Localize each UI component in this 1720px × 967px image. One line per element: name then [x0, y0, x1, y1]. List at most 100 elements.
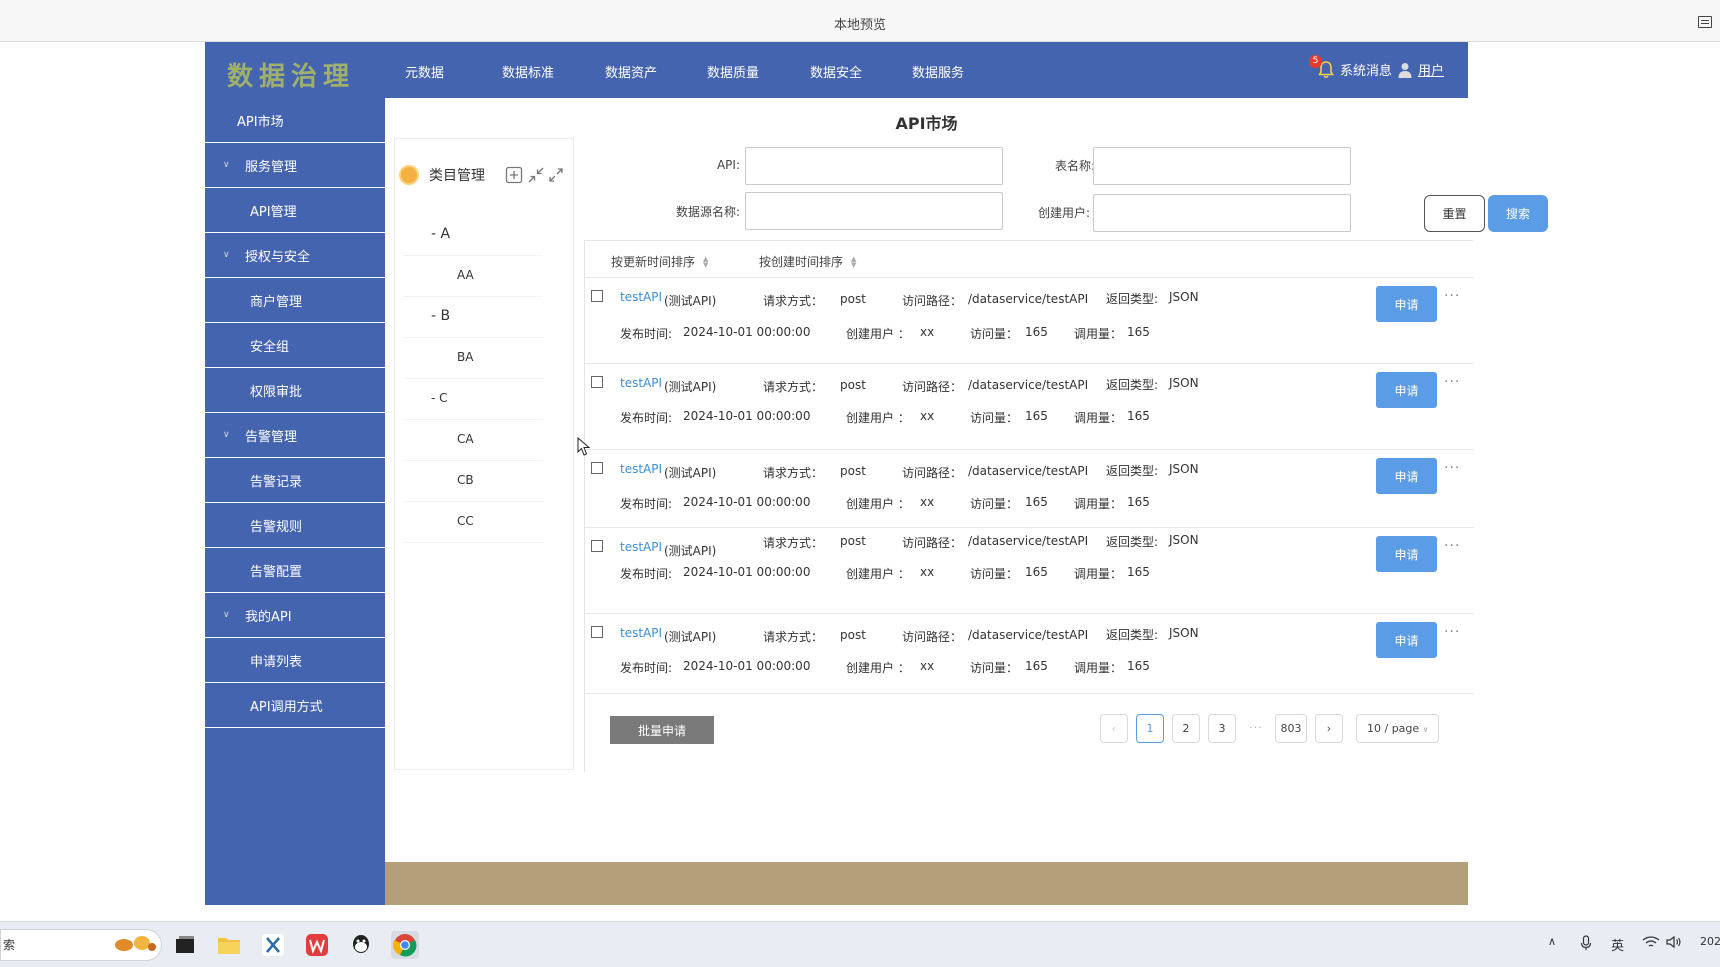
- qq-icon[interactable]: [347, 931, 375, 959]
- sidebar-item-alert-config[interactable]: 告警配置: [205, 548, 385, 593]
- user-link[interactable]: 用户: [1418, 60, 1444, 79]
- bell-icon[interactable]: 5: [1308, 54, 1334, 79]
- category-node-cb[interactable]: CB: [403, 458, 543, 502]
- nav-item-metadata[interactable]: 元数据: [405, 62, 444, 81]
- sidebar-item-api-market[interactable]: API市场: [205, 98, 385, 143]
- page-ellipsis[interactable]: ···: [1242, 714, 1270, 743]
- file-explorer-icon[interactable]: [215, 931, 243, 959]
- nav-item-data-quality[interactable]: 数据质量: [707, 62, 759, 81]
- row-checkbox[interactable]: [591, 626, 603, 638]
- nav-item-data-standard[interactable]: 数据标准: [502, 62, 554, 81]
- sidebar-item-api-call-method[interactable]: API调用方式: [205, 683, 385, 728]
- api-row: testAPI (测试API) 请求方式： post 访问路径： /datase…: [585, 364, 1474, 450]
- nav-item-data-service[interactable]: 数据服务: [912, 62, 964, 81]
- sidebar-item-label: 商户管理: [250, 294, 303, 310]
- api-name-link[interactable]: testAPI: [620, 626, 662, 640]
- more-icon[interactable]: ···: [1444, 624, 1460, 640]
- sidebar-group-alert-management[interactable]: ∨ 告警管理: [205, 413, 385, 458]
- row-checkbox[interactable]: [591, 462, 603, 474]
- api-filter-input[interactable]: [745, 147, 1003, 185]
- sort-by-create-time[interactable]: 按创建时间排序 ▲ ▼: [759, 253, 856, 270]
- sidebar-item-merchant-management[interactable]: 商户管理: [205, 278, 385, 323]
- next-page-button[interactable]: ›: [1315, 714, 1343, 743]
- sidebar-group-my-api[interactable]: ∨ 我的API: [205, 593, 385, 638]
- batch-apply-button[interactable]: 批量申请: [610, 716, 714, 744]
- prev-page-button[interactable]: ‹: [1100, 714, 1128, 743]
- expand-icon[interactable]: [547, 166, 565, 184]
- return-type-label: 返回类型:: [1106, 628, 1159, 642]
- api-name-link[interactable]: testAPI: [620, 376, 662, 390]
- more-icon[interactable]: ···: [1444, 288, 1460, 304]
- sidebar-group-label: 告警管理: [245, 429, 298, 445]
- search-button[interactable]: 搜索: [1488, 195, 1548, 232]
- coin-icon: [399, 165, 419, 185]
- row-checkbox[interactable]: [591, 376, 603, 388]
- xmind-icon[interactable]: [259, 931, 287, 959]
- add-category-icon[interactable]: [505, 166, 523, 184]
- search-highlight-icon[interactable]: [108, 931, 160, 959]
- more-icon[interactable]: ···: [1444, 460, 1460, 476]
- task-view-icon[interactable]: [171, 931, 199, 959]
- wps-office-icon[interactable]: [303, 931, 331, 959]
- apply-button[interactable]: 申请: [1376, 536, 1437, 572]
- chevron-up-icon[interactable]: ∧: [1548, 935, 1556, 948]
- more-icon[interactable]: ···: [1444, 538, 1460, 554]
- category-node-b[interactable]: - B: [403, 294, 543, 338]
- category-node-ca[interactable]: CA: [403, 417, 543, 461]
- apply-button[interactable]: 申请: [1376, 622, 1437, 658]
- sidebar-item-api-management[interactable]: API管理: [205, 188, 385, 233]
- nav-item-data-security[interactable]: 数据安全: [810, 62, 862, 81]
- api-name-link[interactable]: testAPI: [620, 540, 662, 554]
- category-node-aa[interactable]: AA: [403, 253, 543, 297]
- api-name-link[interactable]: testAPI: [620, 462, 662, 476]
- creator-value: xx: [920, 659, 935, 673]
- system-messages-link[interactable]: 系统消息: [1340, 60, 1392, 79]
- wifi-icon[interactable]: [1642, 935, 1660, 953]
- taskbar-search-text: 索: [3, 938, 16, 952]
- return-type-value: JSON: [1169, 376, 1199, 390]
- row-checkbox[interactable]: [591, 540, 603, 552]
- collapse-icon[interactable]: [527, 166, 545, 184]
- menu-icon[interactable]: [1698, 16, 1712, 28]
- microphone-icon[interactable]: [1580, 935, 1592, 955]
- nav-item-data-assets[interactable]: 数据资产: [605, 62, 657, 81]
- apply-button[interactable]: 申请: [1376, 372, 1437, 408]
- category-node-cc[interactable]: CC: [403, 499, 543, 543]
- chrome-icon[interactable]: [391, 931, 419, 959]
- table-name-filter-input[interactable]: [1093, 147, 1351, 185]
- sidebar-group-auth-security[interactable]: ∨ 授权与安全: [205, 233, 385, 278]
- apply-button[interactable]: 申请: [1376, 458, 1437, 494]
- more-icon[interactable]: ···: [1444, 374, 1460, 390]
- reset-button[interactable]: 重置: [1424, 195, 1485, 232]
- speaker-icon[interactable]: [1666, 935, 1682, 953]
- sidebar-item-permission-approval[interactable]: 权限审批: [205, 368, 385, 413]
- category-node-a[interactable]: - A: [403, 212, 543, 256]
- api-name-link[interactable]: testAPI: [620, 290, 662, 304]
- row-checkbox[interactable]: [591, 290, 603, 302]
- page-button-3[interactable]: 3: [1208, 714, 1236, 743]
- api-cn-name: (测试API): [664, 630, 717, 644]
- sidebar-item-alert-rules[interactable]: 告警规则: [205, 503, 385, 548]
- method-value: post: [840, 534, 866, 548]
- browser-titlebar: 本地预览: [0, 0, 1720, 42]
- creator-value: xx: [920, 565, 935, 579]
- sidebar-item-security-group[interactable]: 安全组: [205, 323, 385, 368]
- page-button-2[interactable]: 2: [1172, 714, 1200, 743]
- sidebar-item-alert-records[interactable]: 告警记录: [205, 458, 385, 503]
- api-row: testAPI (测试API) 请求方式： post 访问路径： /datase…: [585, 614, 1474, 694]
- apply-button[interactable]: 申请: [1376, 286, 1437, 322]
- page-button-1[interactable]: 1: [1136, 714, 1164, 743]
- os-taskbar: 索 ∧ 英 202: [0, 921, 1720, 967]
- sidebar-group-service-management[interactable]: ∨ 服务管理: [205, 143, 385, 188]
- category-node-ba[interactable]: BA: [403, 335, 543, 379]
- creator-label: 创建用户 ：: [846, 567, 910, 581]
- sort-by-update-time[interactable]: 按更新时间排序 ▲ ▼: [611, 253, 708, 270]
- chevron-down-icon: ∨: [223, 430, 230, 440]
- datasource-filter-input[interactable]: [745, 192, 1003, 230]
- sidebar-item-application-list[interactable]: 申请列表: [205, 638, 385, 683]
- ime-indicator[interactable]: 英: [1611, 935, 1624, 954]
- page-size-select[interactable]: 10 / page ∨: [1356, 714, 1439, 743]
- page-button-last[interactable]: 803: [1275, 714, 1307, 743]
- category-node-c[interactable]: - C: [403, 376, 543, 420]
- creator-filter-input[interactable]: [1093, 194, 1351, 232]
